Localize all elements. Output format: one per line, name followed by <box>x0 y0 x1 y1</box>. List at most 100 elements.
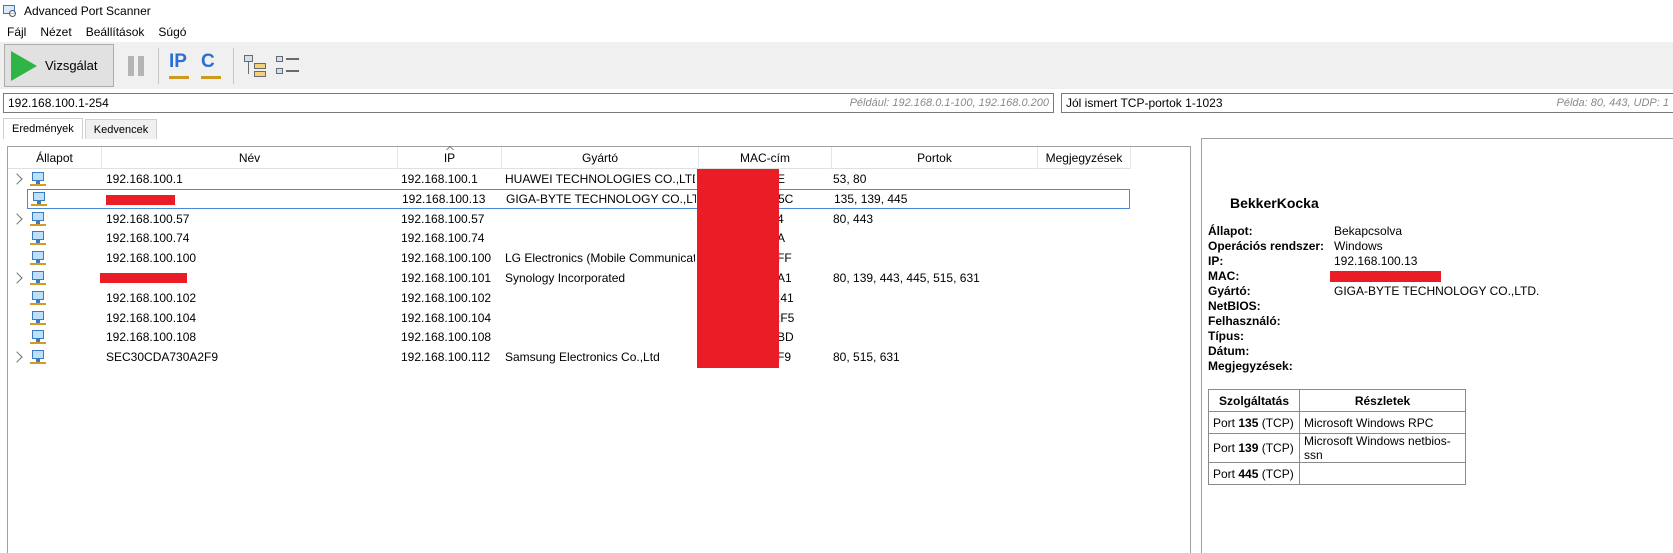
table-row[interactable]: 192.168.100.74 192.168.100.74 A <box>8 228 1132 248</box>
service-port-number: 445 <box>1238 466 1259 481</box>
service-protocol: (TCP) <box>1261 441 1294 455</box>
column-mac[interactable]: MAC-cím <box>699 147 832 169</box>
results-tabs: Eredmények Kedvencek <box>3 118 159 139</box>
title-bar: Advanced Port Scanner <box>0 0 1673 22</box>
table-row[interactable]: 192.168.100.104 192.168.100.104:F5 <box>8 308 1132 328</box>
table-row[interactable]: 192.168.100.13 GIGA-BYTE TECHNOLOGY CO.,L… <box>27 188 1130 209</box>
detail-value: Bekapcsolva <box>1334 224 1403 238</box>
service-row: Port 139 (TCP) Microsoft Windows netbios-… <box>1208 433 1466 463</box>
play-icon <box>11 50 37 81</box>
computer-icon <box>30 250 46 266</box>
computer-icon <box>30 349 46 365</box>
expand-all-icon[interactable] <box>244 54 268 78</box>
expand-chevron-icon[interactable] <box>11 173 23 185</box>
c-subnet-icon[interactable]: C <box>201 51 223 81</box>
menu-settings[interactable]: Beállítások <box>79 25 152 39</box>
table-row[interactable]: 192.168.100.57 192.168.100.57 4 80, 443 <box>8 209 1132 229</box>
app-scanner-icon <box>2 3 18 19</box>
detail-value: GIGA-BYTE TECHNOLOGY CO.,LTD. <box>1334 284 1540 298</box>
table-row[interactable]: 192.168.100.1 192.168.100.1 HUAWEI TECHNOL… <box>8 169 1132 189</box>
menu-view[interactable]: Nézet <box>33 25 78 39</box>
toolbar-separator <box>233 47 234 84</box>
row-ip: 192.168.100.104 <box>401 310 492 325</box>
row-vendor: Samsung Electronics Co.,Ltd <box>505 350 660 365</box>
window-title: Advanced Port Scanner <box>24 4 151 18</box>
table-row[interactable]: SEC30CDA730A2F9 192.168.100.112 Samsung El… <box>8 347 1132 367</box>
computer-icon <box>30 290 46 306</box>
sort-ascending-icon <box>445 146 454 151</box>
ports-value: Jól ismert TCP-portok 1-1023 <box>1066 96 1223 110</box>
ports-hint: Példa: 80, 443, UDP: 1 <box>1556 97 1669 109</box>
expand-chevron-icon[interactable] <box>11 212 23 225</box>
computer-icon <box>30 310 46 326</box>
service-port-number: 135 <box>1238 415 1259 430</box>
table-row[interactable]: 192.168.100.102 192.168.100.102 :41 <box>8 288 1132 308</box>
ports-input[interactable]: Jól ismert TCP-portok 1-1023 Példa: 80, … <box>1061 93 1673 113</box>
menu-help[interactable]: Súgó <box>151 25 193 39</box>
detail-key: Gyártó: <box>1208 284 1251 298</box>
computer-icon <box>30 270 46 286</box>
table-row[interactable]: 192.168.100.100 192.168.100.100 LG Electro… <box>8 248 1132 268</box>
column-comments[interactable]: Megjegyzések <box>1038 147 1131 169</box>
collapse-all-icon[interactable] <box>276 54 300 78</box>
detail-key: NetBIOS: <box>1208 299 1261 313</box>
service-port-prefix: Port <box>1213 466 1236 481</box>
row-name: 192.168.100.104 <box>106 310 197 325</box>
row-ip: 192.168.100.74 <box>401 231 485 246</box>
row-mac: FF <box>777 251 792 266</box>
tab-results[interactable]: Eredmények <box>3 118 83 139</box>
computer-icon <box>30 171 46 187</box>
row-name: SEC30CDA730A2F9 <box>106 350 219 365</box>
ip-range-input[interactable]: 192.168.100.1-254 Például: 192.168.0.1-1… <box>3 93 1054 113</box>
ip-class-icon[interactable]: IP <box>169 51 191 81</box>
pause-button[interactable] <box>128 55 144 76</box>
row-mac: F9 <box>777 350 792 365</box>
row-name: 192.168.100.108 <box>106 330 197 345</box>
table-row[interactable]: 192.168.100.101 Synology Incorporated A1 80… <box>8 268 1132 288</box>
row-name: 192.168.100.102 <box>106 290 197 305</box>
row-ports: 80, 443 <box>833 211 874 226</box>
row-mac: BD <box>777 330 794 345</box>
service-port: Port 445 (TCP) <box>1208 462 1300 485</box>
table-row[interactable]: 192.168.100.108 192.168.100.108 BD <box>8 327 1132 347</box>
column-vendor[interactable]: Gyártó <box>502 147 699 169</box>
computer-icon <box>30 211 46 227</box>
row-name: 192.168.100.100 <box>106 251 197 266</box>
row-ip: 192.168.100.100 <box>401 251 492 266</box>
row-ip: 192.168.100.102 <box>401 290 492 305</box>
row-name: 192.168.100.1 <box>106 172 183 186</box>
row-ports: 135, 139, 445 <box>834 191 908 206</box>
menu-file[interactable]: Fájl <box>0 25 33 39</box>
service-detail: Microsoft Windows RPC <box>1299 411 1466 434</box>
expand-chevron-icon[interactable] <box>11 351 23 363</box>
row-name: 192.168.100.74 <box>106 231 190 246</box>
detail-key: Dátum: <box>1208 344 1250 358</box>
row-vendor: LG Electronics (Mobile Communicat... <box>505 251 695 266</box>
row-mac: A1 <box>777 271 792 285</box>
detail-key: MAC: <box>1208 269 1240 283</box>
details-panel: BekkerKocka Állapot: Bekapcsolva Operációs… <box>1201 138 1673 553</box>
row-vendor: HUAWEI TECHNOLOGIES CO.,LTD <box>505 172 695 186</box>
service-port: Port 139 (TCP) <box>1208 433 1300 463</box>
service-row: Port 135 (TCP) Microsoft Windows RPC <box>1208 411 1466 434</box>
table-header: Állapot Név IP Gyártó MAC-cím Portok Meg… <box>8 146 1131 169</box>
device-name: BekkerKocka <box>1230 195 1319 211</box>
expand-chevron-icon[interactable] <box>11 272 23 284</box>
column-status[interactable]: Állapot <box>8 147 102 169</box>
column-ports[interactable]: Portok <box>832 147 1038 169</box>
row-mac: :41 <box>777 290 794 305</box>
column-ip[interactable]: IP <box>398 146 502 169</box>
row-ip: 192.168.100.57 <box>401 211 485 226</box>
tab-favorites[interactable]: Kedvencek <box>84 119 158 139</box>
service-detail <box>1299 462 1466 485</box>
service-port-prefix: Port <box>1213 441 1236 455</box>
service-row: Port 445 (TCP) <box>1208 462 1466 485</box>
column-name[interactable]: Név <box>102 147 398 169</box>
detail-value: 192.168.100.13 <box>1334 254 1418 268</box>
scan-button[interactable]: Vizsgálat <box>4 44 114 87</box>
row-ports: 80, 515, 631 <box>833 350 900 365</box>
detail-key: Típus: <box>1208 329 1244 343</box>
computer-icon <box>30 230 46 246</box>
name-redaction <box>100 273 187 283</box>
detail-value: Windows <box>1334 239 1383 253</box>
